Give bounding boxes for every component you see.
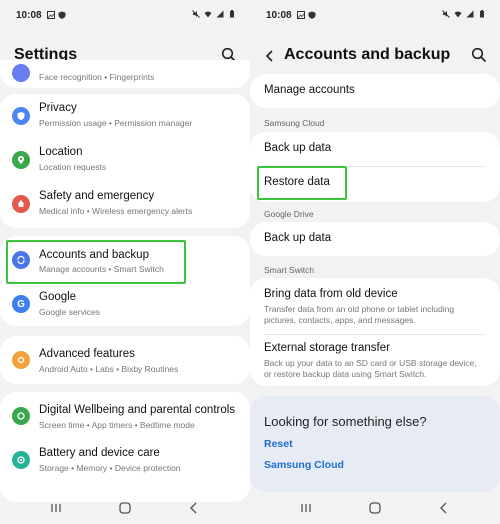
- samsung-cloud-link[interactable]: Samsung Cloud: [264, 459, 344, 471]
- section-smart-switch: Smart Switch: [264, 265, 315, 275]
- face-recognition-icon: [12, 64, 30, 82]
- location-pin-icon: [12, 151, 30, 169]
- back-arrow-icon[interactable]: [262, 46, 278, 66]
- shield-notification-icon: [58, 11, 66, 19]
- settings-item-sub: Face recognition • Fingerprints: [39, 72, 155, 82]
- privacy-shield-icon: [12, 107, 30, 125]
- recent-apps-icon[interactable]: [48, 500, 64, 516]
- bring-data-label: Bring data from old device: [264, 288, 398, 300]
- settings-item-biometrics[interactable]: Face recognition • Fingerprints: [0, 60, 250, 88]
- status-time: 10:08: [16, 10, 42, 21]
- accounts-header: Accounts and backup: [250, 38, 500, 74]
- settings-item-label: Digital Wellbeing and parental controls: [39, 404, 236, 416]
- settings-item-sub: Google services: [39, 307, 100, 317]
- advanced-features-icon: [12, 351, 30, 369]
- settings-item-label: Google: [39, 291, 77, 303]
- reset-link[interactable]: Reset: [264, 438, 293, 450]
- emergency-icon: [12, 195, 30, 213]
- settings-card-security: Face recognition • Fingerprints: [0, 60, 250, 88]
- wifi-icon: [454, 10, 462, 18]
- accounts-backup-screen: 10:08 Accounts and backup Manage account…: [250, 0, 500, 524]
- settings-item-safety[interactable]: Safety and emergency Medical info • Wire…: [0, 182, 250, 226]
- google-backup-item[interactable]: Back up data: [264, 232, 486, 244]
- home-icon[interactable]: [117, 500, 133, 516]
- settings-item-sub: Location requests: [39, 162, 107, 172]
- recent-apps-icon[interactable]: [298, 500, 314, 516]
- settings-item-label: Battery and device care: [39, 447, 160, 459]
- signal-icon: [466, 10, 474, 18]
- signal-icon: [216, 10, 224, 18]
- search-icon[interactable]: [470, 46, 488, 64]
- manage-accounts-card: Manage accounts: [250, 74, 500, 108]
- settings-item-sub: Android Auto • Labs • Bixby Routines: [39, 364, 179, 374]
- gallery-notification-icon: [297, 11, 305, 19]
- section-samsung-cloud: Samsung Cloud: [264, 118, 325, 128]
- settings-item-sub: Manage accounts • Smart Switch: [39, 264, 164, 274]
- google-g-icon: G: [12, 295, 30, 313]
- settings-card-privacy: Privacy Permission usage • Permission ma…: [0, 94, 250, 228]
- settings-item-sub: Storage • Memory • Device protection: [39, 463, 181, 473]
- settings-card-advanced: Advanced features Android Auto • Labs • …: [0, 336, 250, 384]
- settings-item-battery-care[interactable]: Battery and device care Storage • Memory…: [0, 438, 250, 482]
- status-bar: 10:08: [0, 0, 250, 30]
- settings-item-privacy[interactable]: Privacy Permission usage • Permission ma…: [0, 94, 250, 138]
- navigation-bar: [250, 492, 500, 524]
- settings-item-sub: Medical info • Wireless emergency alerts: [39, 206, 193, 216]
- external-storage-sub: Back up your data to an SD card or USB s…: [264, 358, 477, 379]
- settings-item-advanced-features[interactable]: Advanced features Android Auto • Labs • …: [0, 338, 250, 382]
- divider: [264, 166, 486, 167]
- settings-item-sub: Permission usage • Permission manager: [39, 118, 193, 128]
- back-nav-icon[interactable]: [186, 500, 202, 516]
- section-google-drive: Google Drive: [264, 209, 314, 219]
- bring-data-item[interactable]: Bring data from old device Transfer data…: [264, 288, 486, 325]
- restore-data-label: Restore data: [264, 176, 330, 188]
- google-drive-card: Back up data: [250, 222, 500, 256]
- status-time: 10:08: [266, 10, 292, 21]
- bring-data-sub: Transfer data from an old phone or table…: [264, 304, 455, 325]
- external-storage-label: External storage transfer: [264, 342, 390, 354]
- samsung-backup-label: Back up data: [264, 142, 332, 154]
- status-bar: 10:08: [250, 0, 500, 30]
- sync-icon: [12, 251, 30, 269]
- settings-item-label: Accounts and backup: [39, 249, 149, 261]
- settings-item-google[interactable]: G Google Google services: [0, 282, 250, 326]
- battery-icon: [478, 10, 486, 18]
- samsung-backup-item[interactable]: Back up data: [264, 142, 486, 154]
- mute-icon: [192, 10, 200, 18]
- battery-icon: [228, 10, 236, 18]
- navigation-bar: [0, 492, 250, 524]
- battery-care-icon: [12, 451, 30, 469]
- manage-accounts-item[interactable]: Manage accounts: [264, 84, 486, 96]
- settings-item-label: Advanced features: [39, 348, 135, 360]
- home-icon[interactable]: [367, 500, 383, 516]
- settings-item-label: Privacy: [39, 102, 77, 114]
- settings-item-sub: Screen time • App timers • Bedtime mode: [39, 420, 195, 430]
- gallery-notification-icon: [47, 11, 55, 19]
- wifi-icon: [204, 10, 212, 18]
- google-backup-label: Back up data: [264, 232, 332, 244]
- settings-card-wellbeing: Digital Wellbeing and parental controls …: [0, 392, 250, 502]
- settings-card-accounts: Accounts and backup Manage accounts • Sm…: [0, 236, 250, 326]
- samsung-cloud-card: Back up data Restore data: [250, 132, 500, 202]
- external-storage-item[interactable]: External storage transfer Back up your d…: [264, 342, 486, 379]
- settings-item-label: Safety and emergency: [39, 190, 155, 202]
- restore-data-item[interactable]: Restore data: [264, 176, 486, 188]
- looking-for-card: Looking for something else? Reset Samsun…: [250, 396, 500, 492]
- settings-screen: 10:08 Settings Face recognition • Finger…: [0, 0, 250, 524]
- mute-icon: [442, 10, 450, 18]
- shield-notification-icon: [308, 11, 316, 19]
- page-title: Accounts and backup: [284, 46, 451, 63]
- settings-item-label: Location: [39, 146, 83, 158]
- digital-wellbeing-icon: [12, 407, 30, 425]
- divider: [264, 334, 486, 335]
- looking-title: Looking for something else?: [264, 414, 427, 429]
- smart-switch-card: Bring data from old device Transfer data…: [250, 278, 500, 386]
- back-nav-icon[interactable]: [436, 500, 452, 516]
- settings-item-digital-wellbeing[interactable]: Digital Wellbeing and parental controls …: [0, 394, 250, 438]
- settings-item-accounts-backup[interactable]: Accounts and backup Manage accounts • Sm…: [0, 238, 250, 282]
- settings-item-location[interactable]: Location Location requests: [0, 138, 250, 182]
- manage-accounts-label: Manage accounts: [264, 84, 355, 96]
